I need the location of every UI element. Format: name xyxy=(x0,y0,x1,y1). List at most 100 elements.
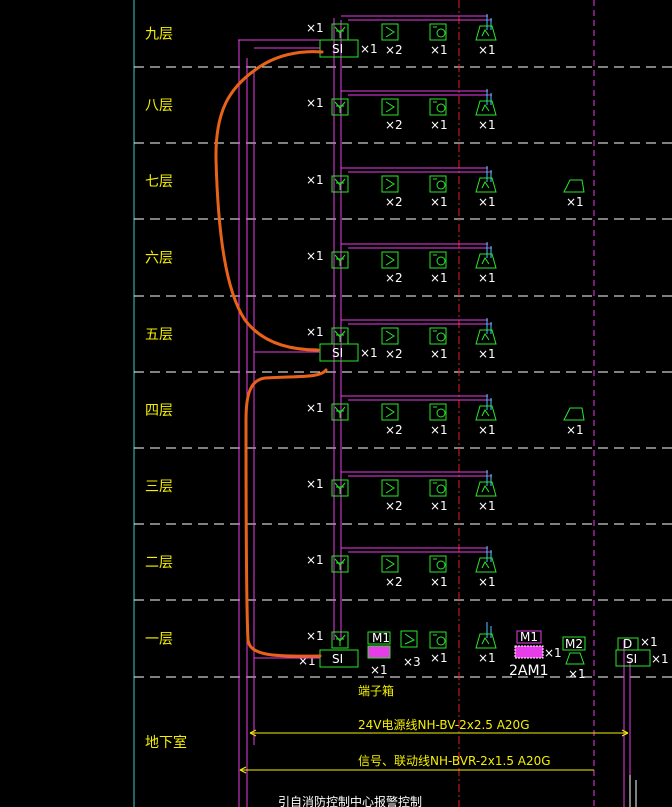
sounder-icon xyxy=(475,329,497,345)
hydrant-button-count: ×1 xyxy=(430,43,448,57)
hydrant-button-count: ×1 xyxy=(430,118,448,132)
m1-label-b: M1 xyxy=(520,630,538,644)
floor-label: 九层 xyxy=(145,27,173,43)
si-module: SI xyxy=(319,39,359,58)
si-right-label: SI xyxy=(626,652,637,666)
si-count: ×1 xyxy=(360,346,378,360)
floor-device-row: ×1 ×2 ×1 ×1 ×1 xyxy=(306,394,585,437)
floor-label: 五层 xyxy=(145,327,173,343)
aux-device-count: ×1 xyxy=(566,195,584,209)
floor-device-row: ×1 ×2 ×1 ×1 SI ×1 xyxy=(254,318,497,362)
sounder-count: ×1 xyxy=(478,499,496,513)
smoke-detector-count: ×1 xyxy=(306,96,324,110)
fire-alarm-riser-diagram: 九层八层七层六层五层四层三层二层一层地下室 ×1×2 ×1 ×1SI ×1×1×2 ×1… xyxy=(133,0,672,807)
floor-label: 四层 xyxy=(145,403,173,419)
smoke-detector-count: ×1 xyxy=(306,173,324,187)
si-module: SI xyxy=(319,649,359,668)
bottom-note: 引自消防控制中心报警控制 xyxy=(278,794,422,807)
floor-device-row: ×1 ×2 ×1 ×1 ×1 xyxy=(306,166,585,209)
floor-label: 八层 xyxy=(145,98,173,114)
d-label: D xyxy=(623,637,632,651)
sounder-icon xyxy=(475,253,497,269)
floor-label: 六层 xyxy=(145,251,173,267)
hydrant-button-count: ×1 xyxy=(430,575,448,589)
hydrant-button-count: ×1 xyxy=(430,347,448,361)
hydrant-button-icon xyxy=(429,23,447,41)
floor-device-row: ×1 ×2 ×1 ×1 SI ×1 xyxy=(254,14,497,58)
terminal-box-label: 端子箱 xyxy=(358,683,394,698)
hydrant-button-icon xyxy=(429,98,447,116)
hydrant-button-icon xyxy=(429,631,447,649)
hydrant-button-icon xyxy=(429,479,447,497)
hydrant-button-icon xyxy=(429,175,447,193)
m2-count: ×1 xyxy=(568,667,586,681)
manual-alarm-icon xyxy=(381,403,399,421)
floor-rows: 九层八层七层六层五层四层三层二层一层地下室 xyxy=(134,27,672,751)
smoke-detector-count: ×1 xyxy=(306,553,324,567)
floor-label: 地下室 xyxy=(145,734,187,751)
m1-count-b: ×1 xyxy=(544,646,562,660)
floor-device-row: ×1×1 ×1SI×1 xyxy=(254,622,497,668)
m2-label: M2 xyxy=(565,637,583,651)
manual-alarm-icon xyxy=(381,98,399,116)
cable-runs: 24V电源线NH-BV-2x2.5 A20G 信号、联动线NH-BVR-2x1.… xyxy=(239,718,637,807)
smoke-detector-count: ×1 xyxy=(306,477,324,491)
sounder-count: ×1 xyxy=(478,118,496,132)
sounder-icon xyxy=(475,633,497,649)
manual-alarm-ground-count: ×3 xyxy=(403,655,421,669)
sounder-count: ×1 xyxy=(478,195,496,209)
si-count: ×1 xyxy=(360,42,378,56)
floor-label: 七层 xyxy=(145,174,173,190)
manual-alarm-icon xyxy=(381,23,399,41)
sounder-count: ×1 xyxy=(478,423,496,437)
si-label: SI xyxy=(332,42,343,56)
m1-label-a: M1 xyxy=(372,631,390,645)
hydrant-button-icon xyxy=(429,327,447,345)
cable-power-label: 24V电源线NH-BV-2x2.5 A20G xyxy=(358,718,530,732)
sounder-count: ×1 xyxy=(478,651,496,665)
floor-label: 一层 xyxy=(145,632,173,648)
sounder-icon xyxy=(475,177,497,193)
manual-alarm-count: ×2 xyxy=(385,271,403,285)
m1-module-a: M1 ×1 xyxy=(367,631,391,677)
sounder-count: ×1 xyxy=(478,347,496,361)
sounder-count: ×1 xyxy=(478,271,496,285)
floor-label: 三层 xyxy=(145,479,173,495)
hydrant-button-count: ×1 xyxy=(430,195,448,209)
sounder-icon xyxy=(475,557,497,573)
smoke-detector-count: ×1 xyxy=(306,21,324,35)
manual-alarm-count: ×2 xyxy=(385,499,403,513)
smoke-detector-count: ×1 xyxy=(306,249,324,263)
hydrant-button-icon xyxy=(429,555,447,573)
m1-count-a: ×1 xyxy=(370,663,388,677)
manual-alarm-icon xyxy=(381,479,399,497)
aux-device-icon xyxy=(563,407,585,421)
sounder-icon xyxy=(475,481,497,497)
hydrant-button-count: ×1 xyxy=(430,271,448,285)
manual-alarm-count: ×2 xyxy=(385,118,403,132)
panel-2am1: 2AM1 xyxy=(509,663,548,679)
m2-module: M2 ×1 xyxy=(562,636,586,681)
smoke-detector-count: ×1 xyxy=(306,325,324,339)
manual-alarm-icon xyxy=(381,555,399,573)
hydrant-button-count: ×1 xyxy=(430,499,448,513)
cable-signal-label: 信号、联动线NH-BVR-2x1.5 A20G xyxy=(358,754,551,768)
hydrant-button-icon xyxy=(429,403,447,421)
si-label: SI xyxy=(332,346,343,360)
hydrant-button-count: ×1 xyxy=(430,423,448,437)
sounder-count: ×1 xyxy=(478,575,496,589)
smoke-detector-count: ×1 xyxy=(306,629,324,643)
aux-device-icon xyxy=(563,179,585,193)
aux-device-count: ×1 xyxy=(566,423,584,437)
manual-alarm-count: ×2 xyxy=(385,423,403,437)
sounder-count: ×1 xyxy=(478,43,496,57)
floor-label: 二层 xyxy=(145,555,173,571)
manual-alarm-count: ×2 xyxy=(385,347,403,361)
hydrant-button-icon xyxy=(429,251,447,269)
manual-alarm-count: ×2 xyxy=(385,575,403,589)
si-label: SI xyxy=(332,652,343,666)
si-right-count: ×1 xyxy=(651,652,669,666)
manual-alarm-count: ×2 xyxy=(385,195,403,209)
sounder-icon xyxy=(475,100,497,116)
sounder-icon xyxy=(475,405,497,421)
